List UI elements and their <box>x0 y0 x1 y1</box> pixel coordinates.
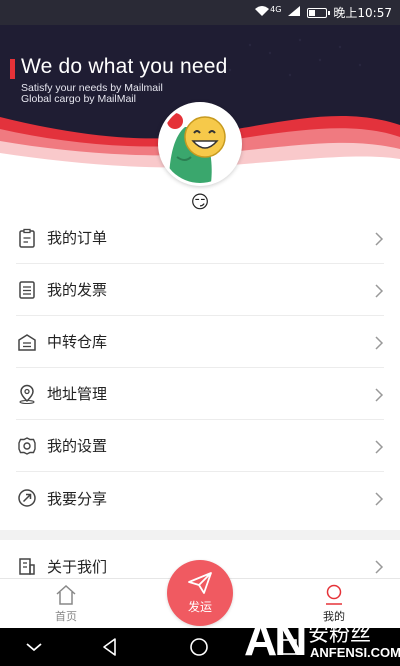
menu-item-my-invoices[interactable]: 我的发票 <box>16 264 384 316</box>
menu-item-transit-warehouse[interactable]: 中转仓库 <box>16 316 384 368</box>
send-button-label: 发运 <box>187 600 212 614</box>
warehouse-icon <box>16 331 38 353</box>
signal-icon <box>287 5 301 20</box>
clipboard-icon <box>16 227 38 249</box>
document-icon <box>16 279 38 301</box>
watermark-logo: AN <box>244 613 307 665</box>
chevron-right-icon <box>374 439 384 454</box>
chevron-right-icon <box>374 387 384 402</box>
site-watermark: AN 安粉丝 ANFENSI.COM <box>244 612 400 666</box>
menu-item-address-management[interactable]: 地址管理 <box>16 368 384 420</box>
tab-home-label: 首页 <box>55 610 77 623</box>
location-pin-icon <box>16 383 38 405</box>
chevron-down-icon[interactable] <box>24 637 44 661</box>
chevron-right-icon <box>374 231 384 246</box>
menu-item-label: 中转仓库 <box>47 333 108 351</box>
watermark-chinese: 安粉丝 <box>308 622 371 646</box>
banner-subline-2: Global cargo by MailMail <box>21 93 136 105</box>
chevron-right-icon <box>374 559 384 574</box>
headline-accent-bar <box>10 59 15 79</box>
menu-item-label: 我的订单 <box>47 229 108 247</box>
avatar[interactable] <box>158 102 242 186</box>
menu-item-label: 我的发票 <box>47 281 108 299</box>
network-type-label: 4G <box>270 5 282 14</box>
banner-headline: We do what you need <box>21 55 228 78</box>
status-bar: 4G 晚上10:57 <box>0 0 400 25</box>
home-icon <box>55 584 77 606</box>
settings-gear-icon <box>16 435 38 457</box>
tab-home[interactable]: 首页 <box>26 579 106 629</box>
chevron-right-icon <box>374 283 384 298</box>
share-icon <box>16 487 38 509</box>
building-icon <box>16 555 38 577</box>
menu-item-my-settings[interactable]: 我的设置 <box>16 420 384 472</box>
profile-menu: 我的订单 我的发票 中转仓库 地址管理 我的设置 我要分享 关于我们 <box>0 212 400 592</box>
cartoon-dinosaur-avatar-icon <box>161 105 239 183</box>
back-icon[interactable] <box>100 637 120 661</box>
send-shipment-button[interactable]: 发运 <box>167 560 233 626</box>
watermark-domain: ANFENSI.COM <box>310 645 400 660</box>
chevron-right-icon <box>374 491 384 506</box>
menu-item-share[interactable]: 我要分享 <box>16 472 384 524</box>
menu-item-label: 我的设置 <box>47 437 108 455</box>
menu-item-my-orders[interactable]: 我的订单 <box>16 212 384 264</box>
user-profile-icon <box>323 584 345 606</box>
paper-plane-icon <box>187 571 213 598</box>
home-circle-icon[interactable] <box>189 637 209 661</box>
user-nickname: 😏 <box>190 192 210 213</box>
menu-item-label: 我要分享 <box>47 489 108 508</box>
wifi-icon <box>254 5 270 20</box>
section-divider <box>0 530 400 540</box>
clock-time: 晚上10:57 <box>333 6 392 20</box>
chevron-right-icon <box>374 335 384 350</box>
battery-icon <box>307 7 331 18</box>
menu-item-label: 地址管理 <box>47 385 108 403</box>
